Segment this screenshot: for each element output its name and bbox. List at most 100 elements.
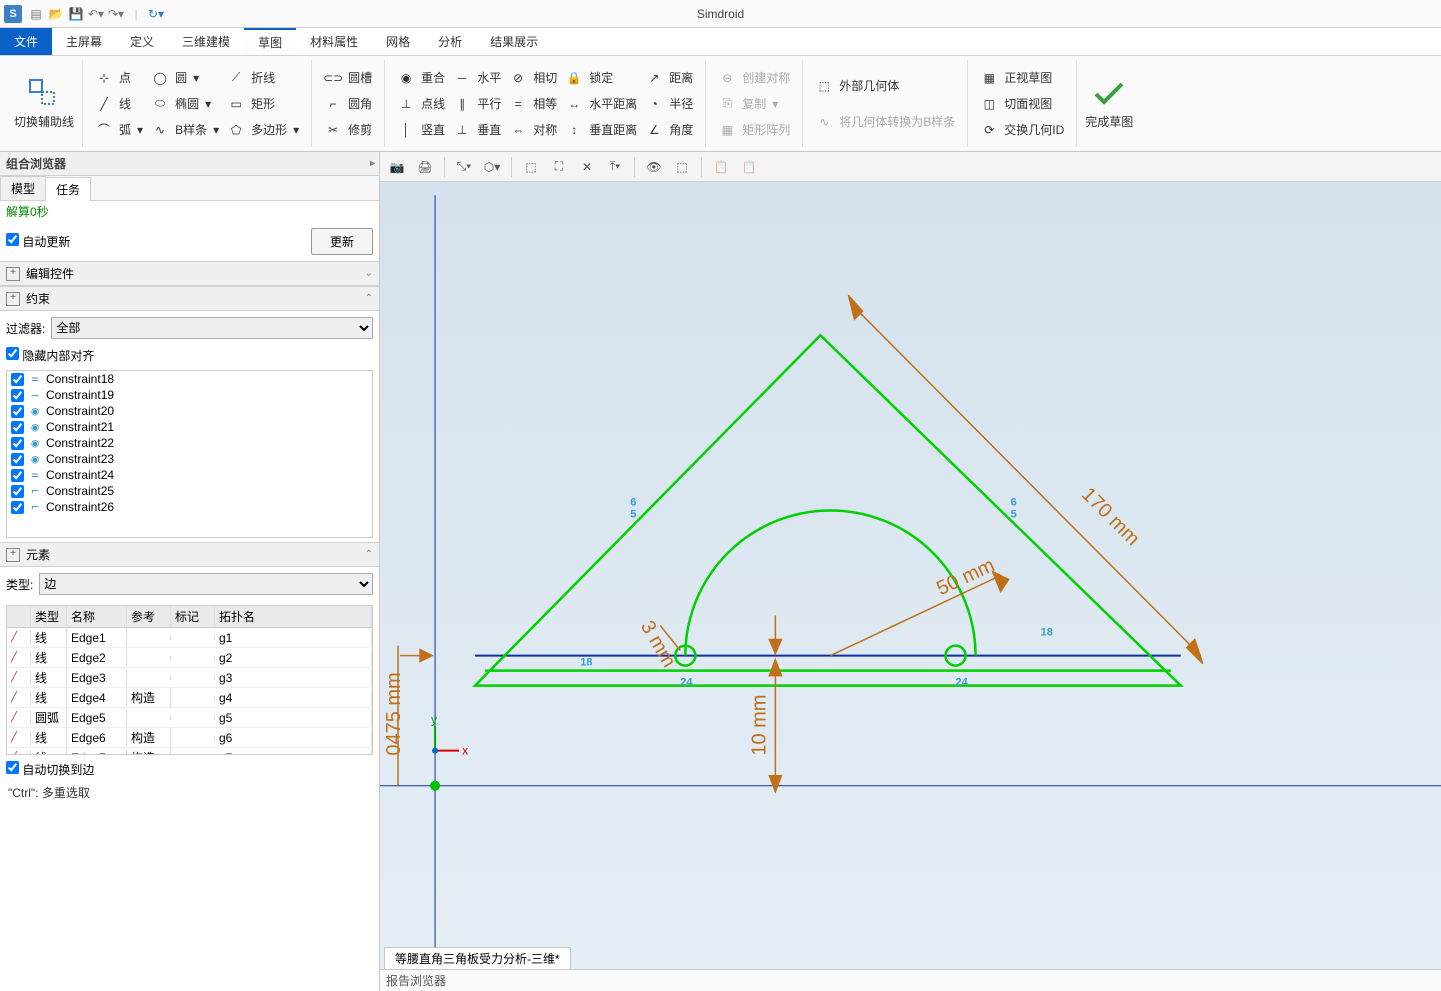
constraint-item[interactable]: ◉Constraint22 [7, 435, 372, 451]
edit-fillet[interactable]: ⌐圆角 [320, 92, 376, 116]
menu-home[interactable]: 主屏幕 [52, 28, 116, 55]
element-table[interactable]: 类型 名称 参考 标记 拓扑名 ╱线Edge1g1╱线Edge2g2╱线Edge… [6, 605, 373, 755]
refresh-icon[interactable]: ↻▾ [148, 6, 164, 22]
edit-trim[interactable]: ✂修剪 [320, 118, 376, 142]
axes-icon[interactable]: ⤡▾ [451, 155, 477, 179]
edit-slot[interactable]: ⊂⊃圆槽 [320, 66, 376, 90]
slot-icon: ⊂⊃ [324, 69, 342, 87]
svg-text:170 mm: 170 mm [1077, 483, 1144, 550]
draw-bspline[interactable]: ∿B样条▾ [147, 118, 223, 142]
constr-vdist[interactable]: ↕垂直距离 [561, 118, 641, 142]
constr-lock[interactable]: 🔒锁定 [561, 66, 641, 90]
table-row[interactable]: ╱线Edge3g3 [7, 668, 372, 688]
draw-circle[interactable]: ◯圆▾ [147, 66, 223, 90]
menu-analysis[interactable]: 分析 [424, 28, 476, 55]
table-row[interactable]: ╱线Edge2g2 [7, 648, 372, 668]
constraint-item[interactable]: ◉Constraint23 [7, 451, 372, 467]
save-file-icon[interactable]: 💾 [68, 6, 84, 22]
swap-geom-id[interactable]: ⟳交换几何ID [976, 118, 1068, 142]
svg-text:24: 24 [956, 677, 969, 689]
constraint-item[interactable]: =Constraint18 [7, 371, 372, 387]
acc-constraints[interactable]: 约束⌃ [0, 286, 379, 311]
constr-radius[interactable]: ◔半径 [641, 92, 697, 116]
document-tab[interactable]: 等腰直角三角板受力分析-三维* [384, 947, 571, 969]
tab-task[interactable]: 任务 [45, 177, 91, 201]
constr-vertical[interactable]: │竖直 [393, 118, 449, 142]
distance-icon: ↗ [645, 69, 663, 87]
view-section[interactable]: ◫切面视图 [976, 92, 1068, 116]
constraint-item[interactable]: ⌐Constraint26 [7, 499, 372, 515]
fit-icon[interactable]: ⛶ [546, 155, 572, 179]
acc-edit-controls[interactable]: 编辑控件⌄ [0, 261, 379, 286]
draw-ellipse[interactable]: ⬭椭圆▾ [147, 92, 223, 116]
switch-auxline-icon[interactable] [27, 77, 61, 111]
constraint-item[interactable]: ◉Constraint20 [7, 403, 372, 419]
constr-distance[interactable]: ↗距离 [641, 66, 697, 90]
menu-results[interactable]: 结果展示 [476, 28, 552, 55]
table-row[interactable]: ╱线Edge6构造g6 [7, 728, 372, 748]
report-panel-header[interactable]: 报告浏览器 [380, 969, 1441, 991]
box-select-icon[interactable]: ⬚ [518, 155, 544, 179]
menu-material[interactable]: 材料属性 [296, 28, 372, 55]
table-row[interactable]: ╱线Edge7构造g7 [7, 748, 372, 755]
expand-icon[interactable]: ▸ [370, 158, 375, 169]
constr-symmetric[interactable]: ⇔对称 [505, 118, 561, 142]
tab-model[interactable]: 模型 [0, 176, 46, 200]
type-select[interactable]: 边 [39, 573, 373, 595]
menu-file[interactable]: 文件 [0, 28, 52, 55]
constr-midpoint[interactable]: ⊥点线 [393, 92, 449, 116]
menu-3dmodel[interactable]: 三维建模 [168, 28, 244, 55]
finish-sketch-icon[interactable] [1092, 77, 1126, 111]
draw-rect[interactable]: ▭矩形 [223, 92, 303, 116]
zoom-tool-icon[interactable]: ✕ [574, 155, 600, 179]
clip1-icon[interactable]: 📋 [708, 155, 734, 179]
lock-icon: 🔒 [565, 69, 583, 87]
render-icon[interactable]: ⬡▾ [479, 155, 505, 179]
acc-elements[interactable]: 元素⌃ [0, 542, 379, 567]
auto-switch-check[interactable]: 自动切换到边 [6, 761, 94, 778]
external-geom[interactable]: ⬚外部几何体 [811, 74, 959, 98]
update-button[interactable]: 更新 [311, 228, 373, 255]
draw-arc[interactable]: ⌒弧▾ [91, 118, 147, 142]
constraint-list[interactable]: =Constraint18—Constraint19◉Constraint20◉… [6, 370, 373, 538]
draw-polygon[interactable]: ⬠多边形▾ [223, 118, 303, 142]
grid-vis-icon[interactable]: ⬚ [669, 155, 695, 179]
table-row[interactable]: ╱线Edge1g1 [7, 628, 372, 648]
constr-perpendicular[interactable]: ⊥垂直 [449, 118, 505, 142]
auto-update-check[interactable]: 自动更新 [6, 233, 70, 250]
menu-sketch[interactable]: 草图 [244, 28, 296, 55]
print-icon[interactable]: 🖨 [412, 155, 438, 179]
view-front[interactable]: ▦正视草图 [976, 66, 1068, 90]
new-file-icon[interactable]: ▤ [28, 6, 44, 22]
svg-text:6: 6 [630, 496, 636, 508]
constr-coincident[interactable]: ◉重合 [393, 66, 449, 90]
constraint-item[interactable]: —Constraint19 [7, 387, 372, 403]
constraint-item[interactable]: ⌐Constraint25 [7, 483, 372, 499]
redo-icon[interactable]: ↷▾ [108, 6, 124, 22]
draw-polyline[interactable]: ⟋折线 [223, 66, 303, 90]
filter-select[interactable]: 全部 [51, 317, 373, 339]
constraint-item[interactable]: =Constraint24 [7, 467, 372, 483]
viewport[interactable]: 170 mm 50 mm 3 mm 10 mm 0475 mm [380, 182, 1441, 969]
constr-parallel[interactable]: ∥平行 [449, 92, 505, 116]
line-icon: ╱ [95, 95, 113, 113]
menu-mesh[interactable]: 网格 [372, 28, 424, 55]
constr-angle[interactable]: ∠角度 [641, 118, 697, 142]
draw-point[interactable]: ⊹点 [91, 66, 147, 90]
constr-equal[interactable]: =相等 [505, 92, 561, 116]
constr-tangent[interactable]: ⊘相切 [505, 66, 561, 90]
draw-line[interactable]: ╱线 [91, 92, 147, 116]
constr-hdist[interactable]: ↔水平距离 [561, 92, 641, 116]
table-row[interactable]: ╱线Edge4构造g4 [7, 688, 372, 708]
open-file-icon[interactable]: 📂 [48, 6, 64, 22]
cs-icon[interactable]: ⤒▾ [602, 155, 628, 179]
constr-horizontal[interactable]: ─水平 [449, 66, 505, 90]
constraint-item[interactable]: ◉Constraint21 [7, 419, 372, 435]
clip2-icon[interactable]: 📋 [736, 155, 762, 179]
visibility-icon[interactable]: 👁 [641, 155, 667, 179]
camera-icon[interactable]: 📷 [384, 155, 410, 179]
hide-internal-check[interactable]: 隐藏内部对齐 [6, 347, 94, 364]
menu-define[interactable]: 定义 [116, 28, 168, 55]
table-row[interactable]: ╱圆弧Edge5g5 [7, 708, 372, 728]
undo-icon[interactable]: ↶▾ [88, 6, 104, 22]
